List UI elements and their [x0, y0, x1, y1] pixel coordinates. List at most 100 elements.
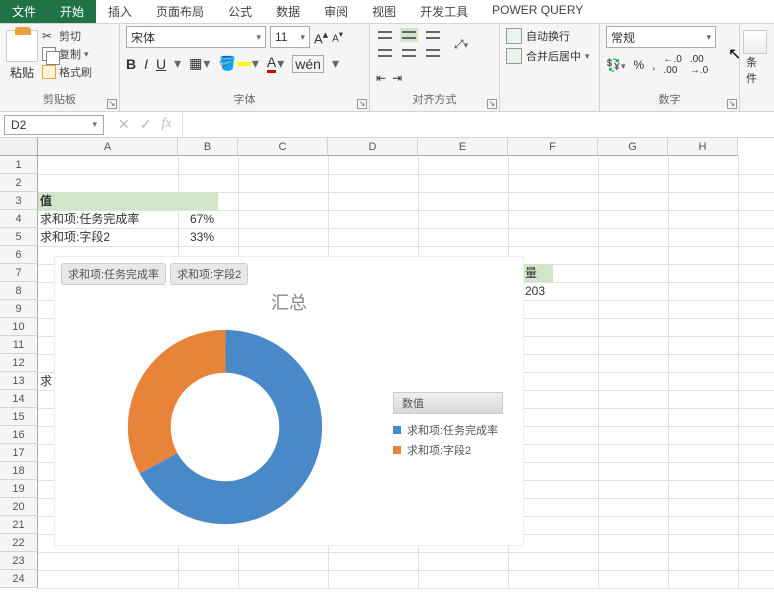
chart-object[interactable]: 求和项:任务完成率 求和项:字段2 汇总 数值 求和项:任务完成率 求和项:字段… — [54, 256, 524, 546]
row-header-3[interactable]: 3 — [0, 192, 38, 210]
col-header-E[interactable]: E — [418, 138, 508, 156]
col-header-A[interactable]: A — [38, 138, 178, 156]
row-header-5[interactable]: 5 — [0, 228, 38, 246]
decrease-indent[interactable]: ⇤ — [376, 71, 386, 85]
align-launcher[interactable]: ↘ — [487, 99, 497, 109]
row-header-20[interactable]: 20 — [0, 498, 38, 516]
tab-view[interactable]: 视图 — [360, 0, 408, 23]
cell-f8[interactable]: 203 — [523, 282, 547, 300]
col-header-H[interactable]: H — [668, 138, 738, 156]
tab-insert[interactable]: 插入 — [96, 0, 144, 23]
tab-dev[interactable]: 开发工具 — [408, 0, 480, 23]
formula-bar[interactable] — [182, 112, 774, 137]
font-color-button[interactable]: A▾ — [267, 54, 284, 73]
orientation-button[interactable]: ⤢▾ — [454, 37, 468, 52]
tab-review[interactable]: 审阅 — [312, 0, 360, 23]
border-button[interactable]: ▦▾ — [189, 55, 210, 72]
cell-c4[interactable]: 67% — [188, 210, 216, 228]
row-header-21[interactable]: 21 — [0, 516, 38, 534]
font-launcher[interactable]: ↘ — [357, 99, 367, 109]
align-right[interactable] — [424, 46, 442, 60]
fx-icon[interactable]: fx — [161, 116, 171, 133]
row-header-8[interactable]: 8 — [0, 282, 38, 300]
underline-button[interactable]: U — [156, 56, 166, 72]
row-header-15[interactable]: 15 — [0, 408, 38, 426]
cell-c5[interactable]: 33% — [188, 228, 216, 246]
row-header-17[interactable]: 17 — [0, 444, 38, 462]
increase-font-icon[interactable]: A▴ — [314, 28, 328, 46]
comma-button[interactable]: , — [652, 58, 655, 72]
row-header-1[interactable]: 1 — [0, 156, 38, 174]
row-header-10[interactable]: 10 — [0, 318, 38, 336]
tab-powerquery[interactable]: POWER QUERY — [480, 0, 595, 23]
paste-icon[interactable] — [6, 30, 38, 62]
cell-b5[interactable]: 求和项:字段2 — [38, 228, 112, 246]
cut-button[interactable]: 剪切 — [42, 28, 92, 44]
fill-color-button[interactable]: 🪣▾ — [218, 55, 258, 72]
align-center[interactable] — [400, 46, 418, 60]
italic-button[interactable]: I — [144, 56, 148, 72]
number-launcher[interactable]: ↘ — [727, 99, 737, 109]
row-header-13[interactable]: 13 — [0, 372, 38, 390]
row-header-4[interactable]: 4 — [0, 210, 38, 228]
name-box[interactable]: D2▾ — [4, 115, 104, 135]
cell-b13[interactable]: 求 — [38, 372, 54, 390]
phonetic-button[interactable]: wén — [292, 55, 324, 73]
merge-center-button[interactable]: 合并后居中▾ — [506, 48, 593, 64]
cell-b3[interactable]: 值 — [38, 192, 218, 210]
paste-button[interactable]: 粘贴 — [10, 64, 34, 81]
row-header-12[interactable]: 12 — [0, 354, 38, 372]
row-header-18[interactable]: 18 — [0, 462, 38, 480]
accounting-button[interactable]: 💱▾ — [606, 58, 625, 72]
wrap-text-button[interactable]: 自动换行 — [506, 28, 593, 44]
row-header-6[interactable]: 6 — [0, 246, 38, 264]
tab-data[interactable]: 数据 — [264, 0, 312, 23]
group-font: 字体 — [126, 89, 363, 109]
tab-layout[interactable]: 页面布局 — [144, 0, 216, 23]
row-header-23[interactable]: 23 — [0, 552, 38, 570]
tab-home[interactable]: 开始 — [48, 0, 96, 23]
copy-icon — [42, 47, 56, 61]
col-header-F[interactable]: F — [508, 138, 598, 156]
align-top-right[interactable] — [424, 28, 442, 42]
cell-b4[interactable]: 求和项:任务完成率 — [38, 210, 141, 228]
number-format-select[interactable]: 常规▾ — [606, 26, 716, 48]
row-header-22[interactable]: 22 — [0, 534, 38, 552]
row-header-14[interactable]: 14 — [0, 390, 38, 408]
font-name-select[interactable]: 宋体▾ — [126, 26, 266, 48]
col-header-C[interactable]: C — [238, 138, 328, 156]
cancel-formula-icon[interactable]: ✕ — [118, 116, 130, 133]
percent-button[interactable]: % — [633, 58, 644, 72]
tab-formulas[interactable]: 公式 — [216, 0, 264, 23]
select-all-corner[interactable] — [0, 138, 38, 156]
decrease-decimal[interactable]: .00→.0 — [690, 54, 708, 76]
conditional-format-button[interactable]: 条件 — [746, 26, 764, 86]
col-header-B[interactable]: B — [178, 138, 238, 156]
row-header-11[interactable]: 11 — [0, 336, 38, 354]
merge-icon — [506, 48, 522, 64]
tab-file[interactable]: 文件 — [0, 0, 48, 23]
font-size-select[interactable]: 11▾ — [270, 26, 310, 48]
row-header-9[interactable]: 9 — [0, 300, 38, 318]
row-header-19[interactable]: 19 — [0, 480, 38, 498]
bold-button[interactable]: B — [126, 56, 136, 72]
row-header-2[interactable]: 2 — [0, 174, 38, 192]
cell-f7[interactable]: 量 — [523, 264, 553, 282]
row-header-16[interactable]: 16 — [0, 426, 38, 444]
format-painter-button[interactable]: 格式刷 — [42, 64, 92, 80]
align-left[interactable] — [376, 46, 394, 60]
col-header-D[interactable]: D — [328, 138, 418, 156]
copy-button[interactable]: 复制 ▾ — [42, 46, 92, 62]
chart-field-button-1[interactable]: 求和项:任务完成率 — [61, 263, 166, 285]
row-header-7[interactable]: 7 — [0, 264, 38, 282]
col-header-G[interactable]: G — [598, 138, 668, 156]
decrease-font-icon[interactable]: A▾ — [332, 29, 343, 44]
enter-formula-icon[interactable]: ✓ — [140, 116, 152, 133]
align-top-center[interactable] — [400, 28, 418, 42]
row-header-24[interactable]: 24 — [0, 570, 38, 588]
chart-field-button-2[interactable]: 求和项:字段2 — [170, 263, 248, 285]
align-top-left[interactable] — [376, 28, 394, 42]
clipboard-launcher[interactable]: ↘ — [107, 99, 117, 109]
increase-decimal[interactable]: ←.0.00 — [664, 54, 682, 76]
increase-indent[interactable]: ⇥ — [392, 71, 402, 85]
